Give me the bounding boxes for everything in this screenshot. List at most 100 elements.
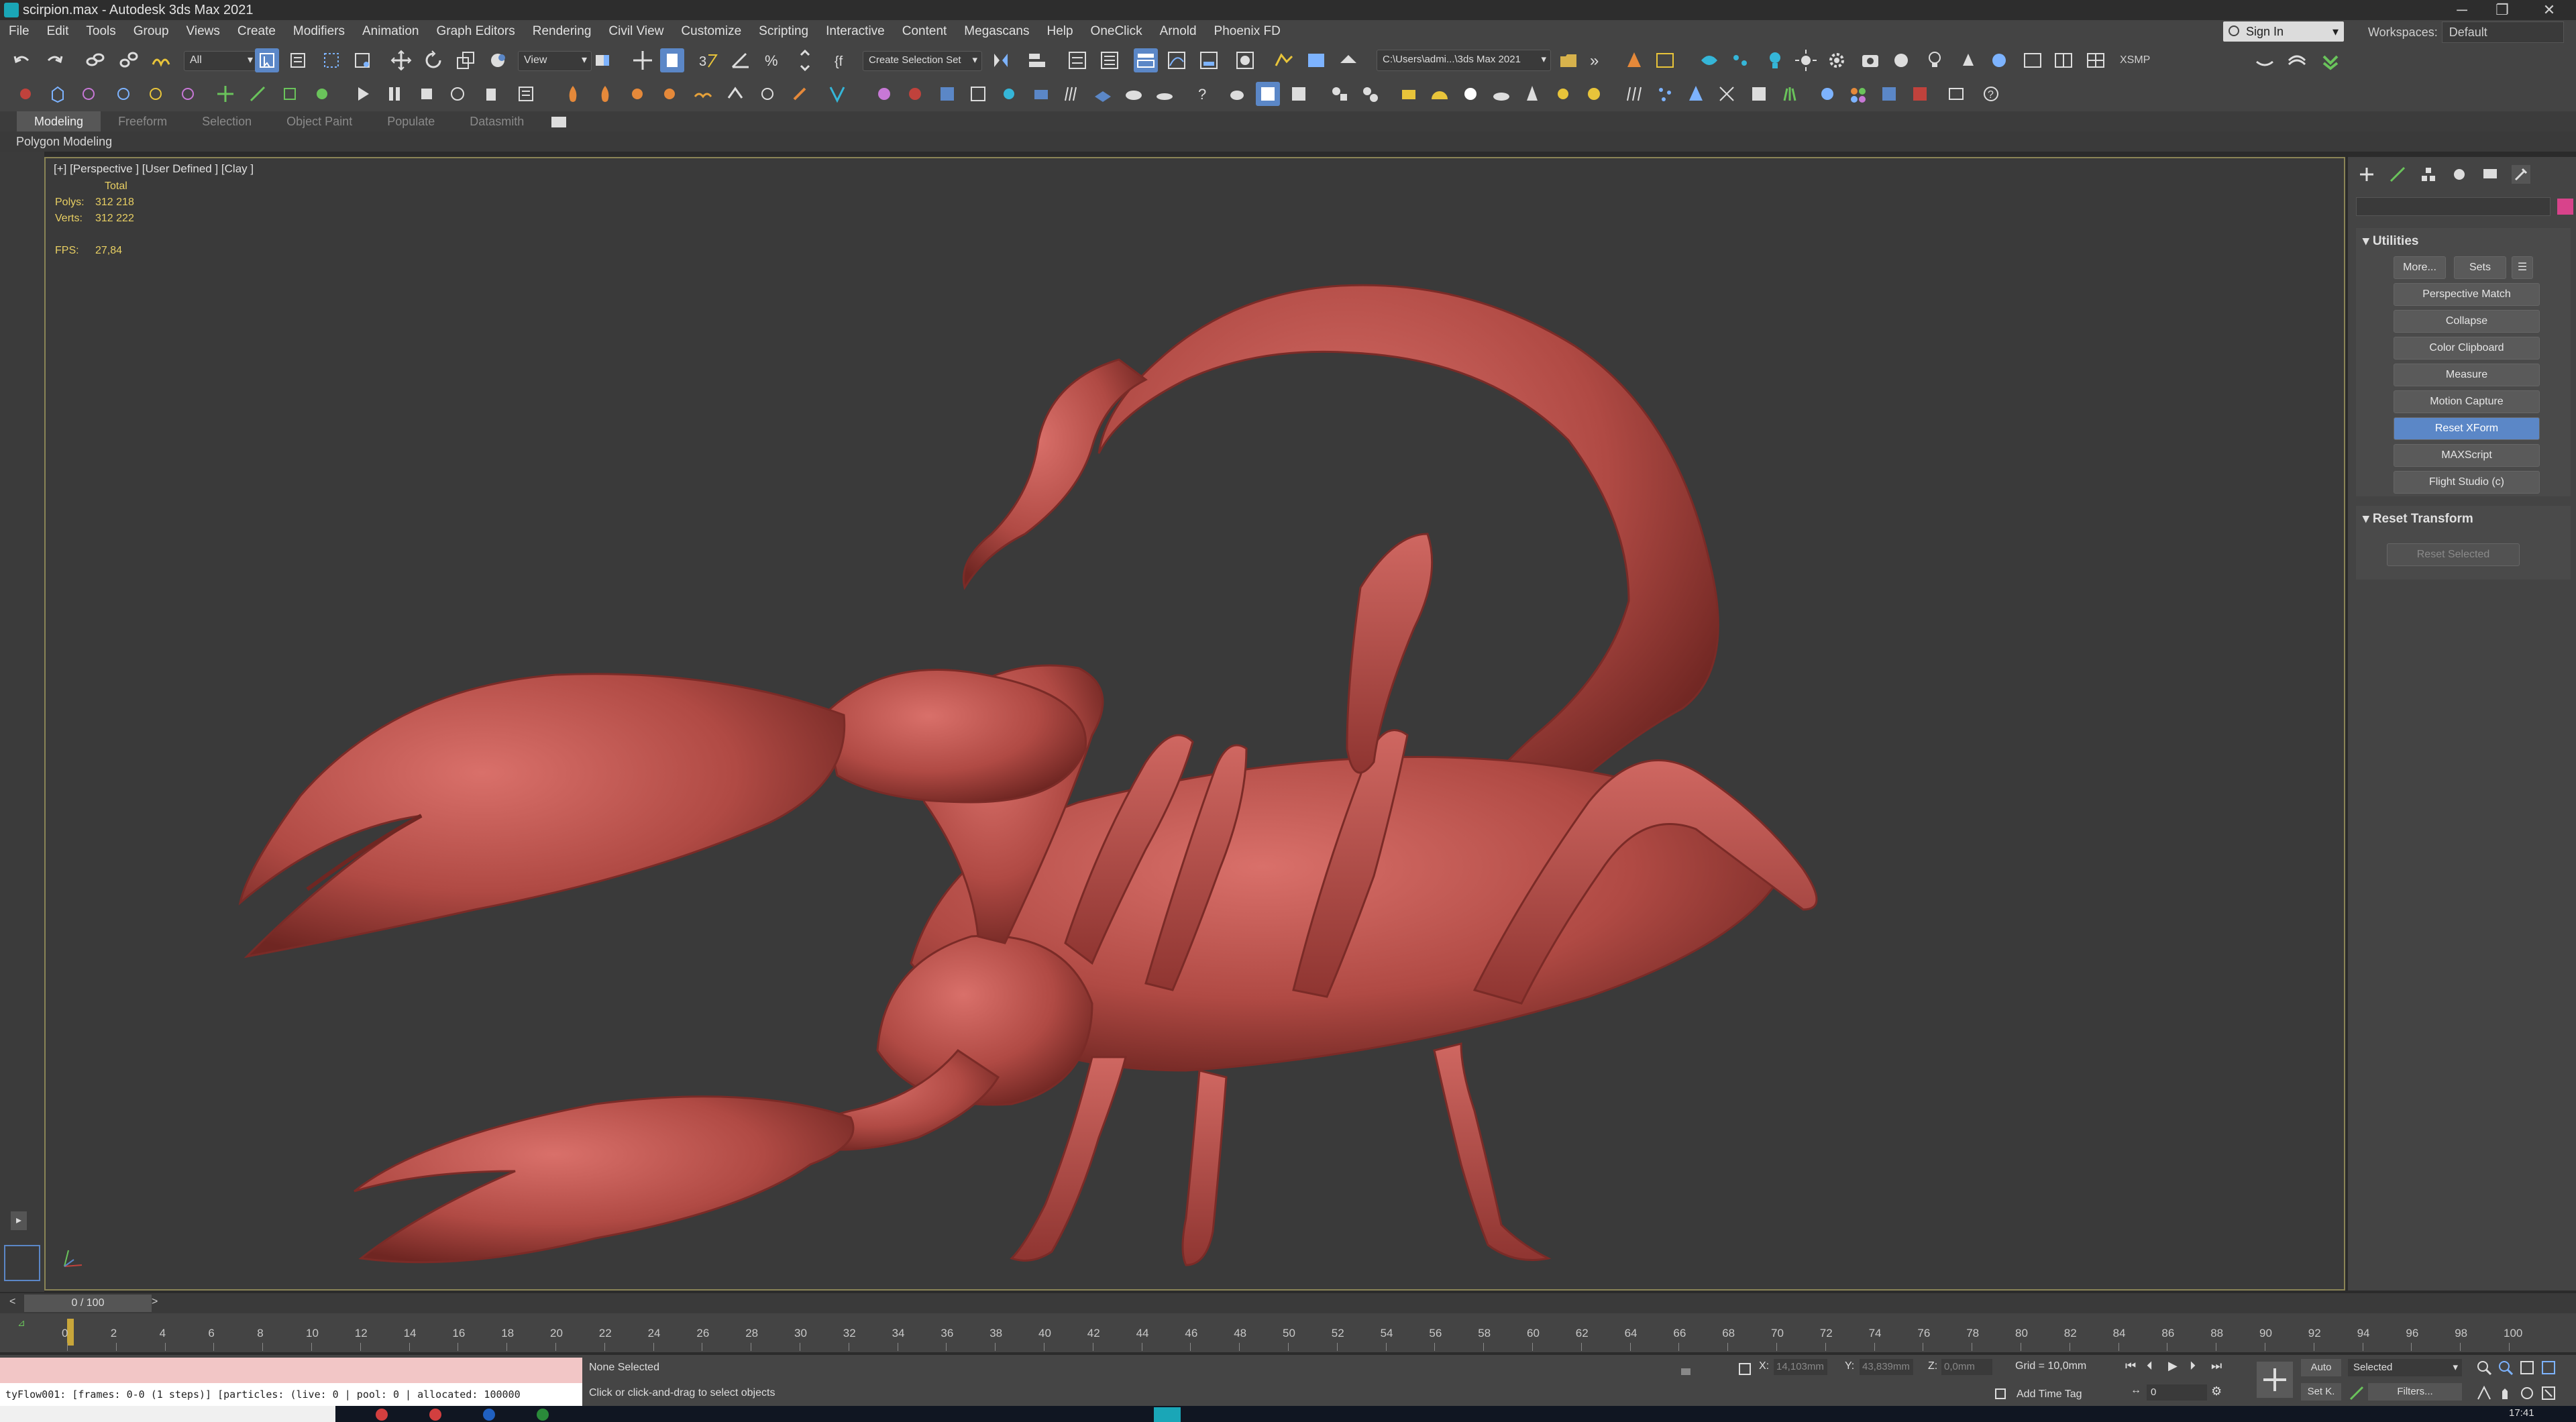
- move-icon[interactable]: [389, 48, 413, 72]
- object-name-field[interactable]: [2356, 197, 2551, 216]
- auto-key-button[interactable]: Auto: [2301, 1359, 2341, 1376]
- taskbar-app-icon[interactable]: [483, 1409, 495, 1421]
- sun-icon[interactable]: [1794, 48, 1818, 72]
- system-icon[interactable]: [176, 82, 200, 106]
- mesh-light-icon[interactable]: [1489, 82, 1513, 106]
- sphere-preview-icon[interactable]: [872, 82, 896, 106]
- named-selection-set-dropdown[interactable]: Create Selection Set ▾: [863, 51, 982, 71]
- phoenix-fd-icon[interactable]: [1622, 48, 1646, 72]
- current-frame-field[interactable]: 0: [2147, 1384, 2207, 1401]
- sphere-icon[interactable]: [1987, 48, 2011, 72]
- rectangular-selection-icon[interactable]: [319, 48, 343, 72]
- more-button[interactable]: More...: [2394, 256, 2446, 279]
- create-tab-icon[interactable]: [2357, 165, 2376, 184]
- motion-capture-button[interactable]: Motion Capture: [2394, 390, 2540, 413]
- layer-explorer-icon[interactable]: [1097, 48, 1122, 72]
- stop-icon[interactable]: [415, 82, 439, 106]
- x-coordinate-field[interactable]: 14,103mm: [1774, 1359, 1827, 1375]
- maxscript-output[interactable]: tyFlow001: [frames: 0-0 (1 steps)] [part…: [0, 1383, 582, 1406]
- menu-scripting[interactable]: Scripting: [750, 20, 817, 43]
- flight-studio-button[interactable]: Flight Studio (c): [2394, 471, 2540, 494]
- tab-selection[interactable]: Selection: [184, 111, 269, 131]
- cloud-icon[interactable]: [1122, 82, 1146, 106]
- reset-selected-button[interactable]: Reset Selected: [2387, 543, 2520, 566]
- fur-icon[interactable]: [1060, 82, 1084, 106]
- forest-icon[interactable]: [1684, 82, 1708, 106]
- modify-tab-icon[interactable]: [2388, 165, 2407, 184]
- material-editor-icon[interactable]: [1233, 48, 1257, 72]
- dome-light-icon[interactable]: [1428, 82, 1452, 106]
- z-coordinate-field[interactable]: 0,0mm: [1941, 1359, 1992, 1375]
- undo-icon[interactable]: [9, 48, 34, 72]
- previous-frame-icon[interactable]: <: [9, 1296, 23, 1311]
- menu-tools[interactable]: Tools: [77, 20, 124, 43]
- time-configuration-icon[interactable]: ⚙: [2211, 1384, 2227, 1401]
- align-icon[interactable]: [1025, 48, 1049, 72]
- polygon-modeling-label[interactable]: Polygon Modeling: [16, 135, 112, 148]
- menu-graph-editors[interactable]: Graph Editors: [428, 20, 524, 43]
- decal-icon[interactable]: [1715, 82, 1739, 106]
- render-elements-icon[interactable]: [1815, 82, 1839, 106]
- placement-icon[interactable]: [486, 48, 510, 72]
- light-mix-icon[interactable]: [1358, 82, 1382, 106]
- render-setup-icon[interactable]: [1272, 48, 1296, 72]
- menu-animation[interactable]: Animation: [354, 20, 428, 43]
- maxscript-listener-pink[interactable]: [0, 1358, 582, 1383]
- lamp-icon[interactable]: [1956, 48, 1980, 72]
- menu-rendering[interactable]: Rendering: [524, 20, 600, 43]
- tab-populate[interactable]: Populate: [370, 111, 452, 131]
- motion-tab-icon[interactable]: [2450, 165, 2469, 184]
- ies-light-icon[interactable]: [1520, 82, 1544, 106]
- project-folder-icon[interactable]: [1556, 48, 1580, 72]
- maximize-viewport-icon[interactable]: [2540, 1384, 2557, 1402]
- proxy-icon[interactable]: [997, 82, 1021, 106]
- grass-icon[interactable]: [1778, 82, 1802, 106]
- go-to-end-icon[interactable]: ⏭: [2211, 1359, 2227, 1375]
- unlink-icon[interactable]: [117, 48, 141, 72]
- set-key-button[interactable]: Set K.: [2301, 1383, 2341, 1401]
- shape-icon[interactable]: [76, 82, 101, 106]
- vray-render-icon[interactable]: [1287, 82, 1311, 106]
- sun-light-icon[interactable]: [1551, 82, 1575, 106]
- helper-icon[interactable]: [111, 82, 136, 106]
- tab-object-paint[interactable]: Object Paint: [269, 111, 370, 131]
- sphere-light-icon[interactable]: [1458, 82, 1483, 106]
- zoom-extents-icon[interactable]: [2518, 1359, 2536, 1376]
- pause-icon[interactable]: [382, 82, 407, 106]
- taskbar-search-box[interactable]: [0, 1406, 335, 1422]
- play-animation-icon[interactable]: ▶: [2168, 1359, 2184, 1375]
- redo-icon[interactable]: [43, 48, 67, 72]
- object-color-swatch[interactable]: [2557, 199, 2573, 215]
- y-coordinate-field[interactable]: 43,839mm: [1860, 1359, 1913, 1375]
- phoenix-settings-icon[interactable]: [1653, 48, 1677, 72]
- measure-button[interactable]: Measure: [2394, 364, 2540, 386]
- key-mode-icon[interactable]: ↔: [2131, 1384, 2144, 1401]
- viewport-layout-icon[interactable]: [2021, 48, 2045, 72]
- menu-create[interactable]: Create: [229, 20, 284, 43]
- reset-transform-title[interactable]: ▾ Reset Transform: [2363, 511, 2473, 527]
- menu-group[interactable]: Group: [125, 20, 178, 43]
- interactive-render-icon[interactable]: [1908, 82, 1932, 106]
- angle-snap-icon[interactable]: [729, 48, 753, 72]
- scale-icon[interactable]: [453, 48, 478, 72]
- tab-datasmith[interactable]: Datasmith: [452, 111, 541, 131]
- lock-selection-icon[interactable]: [1677, 1362, 1695, 1376]
- workspace-value[interactable]: Default: [2441, 21, 2564, 43]
- create-icon[interactable]: [13, 82, 38, 106]
- absolute-mode-icon[interactable]: [1737, 1362, 1752, 1376]
- liquid-icon[interactable]: [625, 82, 649, 106]
- spinner-snap-icon[interactable]: [793, 48, 817, 72]
- window-crossing-icon[interactable]: [350, 48, 374, 72]
- loop-icon[interactable]: [445, 82, 470, 106]
- list-icon[interactable]: [514, 82, 538, 106]
- orbit-icon[interactable]: [2518, 1384, 2536, 1402]
- reset-xform-button[interactable]: Reset XForm: [2394, 417, 2540, 440]
- scale-gizmo-icon[interactable]: [278, 82, 302, 106]
- key-filters-button[interactable]: Filters...: [2368, 1383, 2462, 1401]
- edit-named-selection-icon[interactable]: {f: [832, 48, 856, 72]
- menu-megascans[interactable]: Megascans: [955, 20, 1038, 43]
- spacewarp-icon[interactable]: [144, 82, 168, 106]
- move-gizmo-icon[interactable]: [213, 82, 237, 106]
- light-lister-icon[interactable]: [1327, 82, 1351, 106]
- ocean-icon[interactable]: [691, 82, 715, 106]
